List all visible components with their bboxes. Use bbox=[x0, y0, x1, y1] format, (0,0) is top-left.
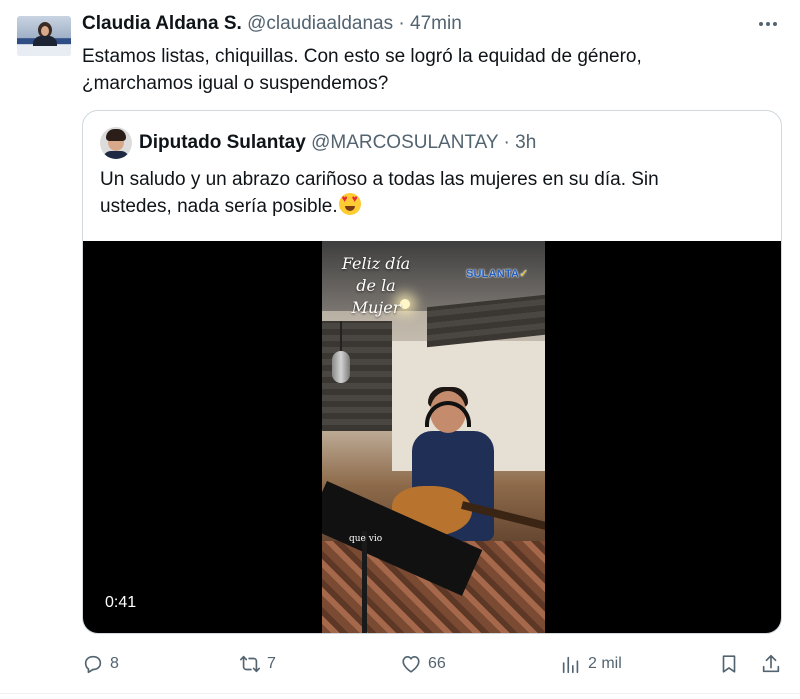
quoted-text-line-2: ustedes, nada sería posible. bbox=[100, 193, 760, 220]
quoted-author-name[interactable]: Diputado Sulantay bbox=[139, 132, 306, 153]
bookmark-icon bbox=[722, 655, 736, 673]
retweet-count: 7 bbox=[267, 655, 276, 672]
views-icon bbox=[562, 656, 579, 674]
reply-icon bbox=[84, 655, 102, 674]
heart-eyes-emoji-icon bbox=[338, 193, 361, 215]
video-logo: SULANTA bbox=[466, 267, 529, 280]
more-horizontal-icon[interactable] bbox=[756, 12, 780, 36]
video-caption: que vio bbox=[349, 534, 383, 544]
quoted-text-line-2-text: ustedes, nada sería posible. bbox=[100, 196, 338, 217]
quoted-text-line-1: Un saludo y un abrazo cariñoso a todas l… bbox=[100, 169, 659, 190]
like-count: 66 bbox=[428, 655, 446, 672]
reply-count: 8 bbox=[110, 655, 119, 672]
author-handle[interactable]: @claudiaaldanas bbox=[247, 13, 393, 34]
video-player[interactable]: Feliz día de la Mujer SULANTA que vio 0:… bbox=[83, 241, 781, 633]
retweet-icon bbox=[240, 655, 260, 673]
heart-icon bbox=[402, 656, 420, 673]
greeting-line-1: Feliz día bbox=[341, 254, 411, 273]
greeting-line-2: de la bbox=[356, 276, 396, 295]
quoted-tweet[interactable]: Diputado Sulantay @MARCOSULANTAY · 3h Un… bbox=[82, 110, 782, 634]
header-separator: · bbox=[398, 13, 405, 34]
reply-button[interactable]: 8 bbox=[82, 648, 119, 680]
bookmark-button[interactable] bbox=[718, 648, 740, 680]
author-name[interactable]: Claudia Aldana S. bbox=[82, 13, 242, 34]
greeting-line-3: Mujer bbox=[351, 298, 401, 317]
views-count: 2 mil bbox=[588, 655, 622, 672]
author-avatar[interactable] bbox=[17, 16, 71, 56]
tweet-actions: 8 7 66 2 mil bbox=[82, 648, 782, 680]
share-button[interactable] bbox=[760, 648, 782, 680]
quoted-tweet-header: Diputado Sulantay @MARCOSULANTAY · 3h bbox=[139, 131, 536, 155]
views-button[interactable]: 2 mil bbox=[560, 648, 622, 680]
share-icon bbox=[762, 654, 780, 673]
like-button[interactable]: 66 bbox=[400, 648, 446, 680]
tweet-time[interactable]: 47min bbox=[410, 13, 462, 34]
video-frame[interactable]: Feliz día de la Mujer SULANTA que vio bbox=[322, 241, 545, 633]
quoted-author-avatar[interactable] bbox=[100, 127, 132, 159]
quoted-tweet-time[interactable]: 3h bbox=[515, 132, 536, 153]
quoted-tweet-text: Un saludo y un abrazo cariñoso a todas l… bbox=[100, 166, 760, 220]
tweet-header: Claudia Aldana S. @claudiaaldanas · 47mi… bbox=[82, 12, 462, 36]
microphone-illustration bbox=[332, 351, 350, 383]
quoted-author-handle[interactable]: @MARCOSULANTAY bbox=[311, 132, 498, 153]
video-duration: 0:41 bbox=[105, 594, 137, 611]
tweet-text-line-2: ¿marchamos igual o suspendemos? bbox=[82, 73, 389, 94]
retweet-button[interactable]: 7 bbox=[239, 648, 276, 680]
divider bbox=[0, 693, 800, 694]
quoted-header-separator: · bbox=[503, 132, 510, 153]
video-greeting: Feliz día de la Mujer bbox=[336, 253, 416, 319]
tweet-text: Estamos listas, chiquillas. Con esto se … bbox=[82, 43, 772, 97]
tweet-text-line-1: Estamos listas, chiquillas. Con esto se … bbox=[82, 46, 642, 67]
